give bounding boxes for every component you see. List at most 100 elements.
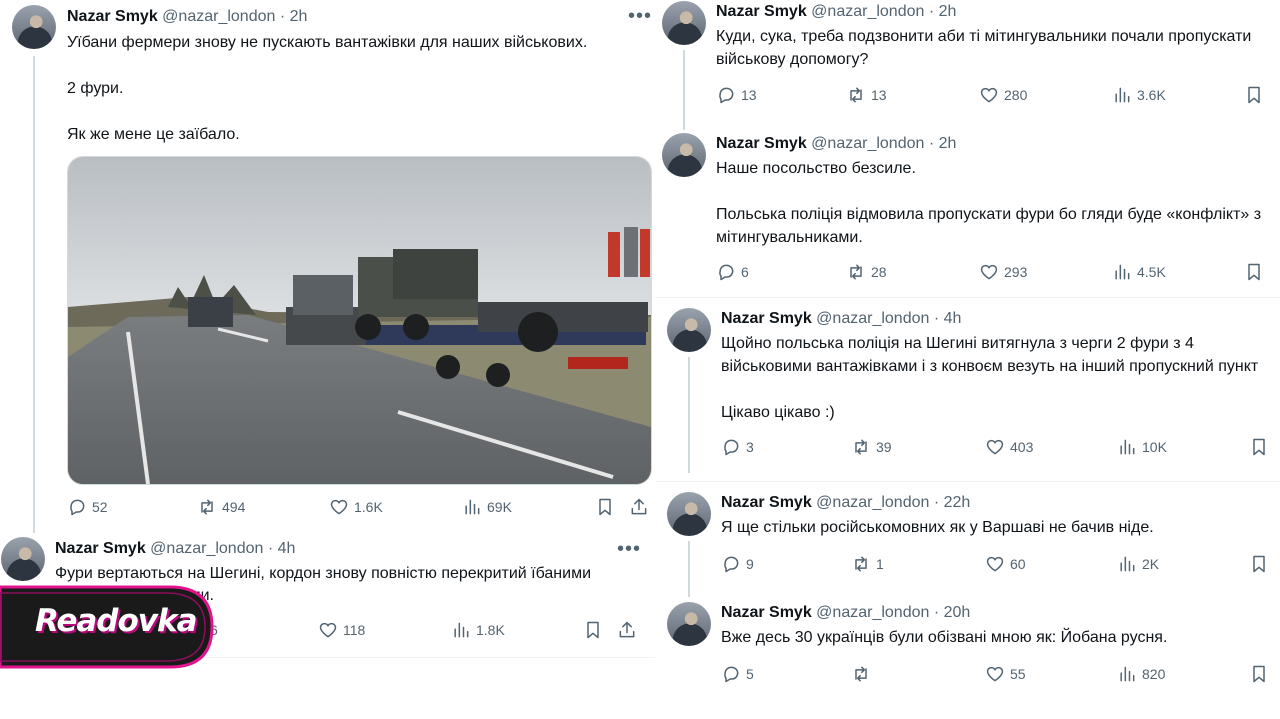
views-button[interactable]: 2K — [1117, 554, 1159, 574]
retweet-button[interactable]: 494 — [197, 497, 245, 517]
heart-icon — [980, 264, 998, 280]
timestamp[interactable]: · 2h — [929, 3, 957, 20]
timestamp[interactable]: · 20h — [934, 604, 970, 621]
author-handle[interactable]: @nazar_london — [162, 8, 275, 25]
retweet-button[interactable]: 13 — [846, 85, 887, 105]
author-name[interactable]: Nazar Smyk — [716, 3, 807, 20]
author-handle[interactable]: @nazar_london — [811, 135, 924, 152]
divider — [655, 481, 1280, 482]
heart-icon — [330, 499, 348, 515]
readovka-watermark: Readovka — [0, 583, 214, 671]
retweet-button[interactable] — [851, 664, 876, 684]
author-name[interactable]: Nazar Smyk — [721, 494, 812, 511]
avatar[interactable] — [662, 1, 706, 45]
avatar[interactable] — [1, 537, 45, 581]
author-handle[interactable]: @nazar_london — [811, 3, 924, 20]
share-icon — [619, 621, 635, 638]
tweet-text: Наше посольство безсиле. Польська поліці… — [716, 160, 1262, 246]
avatar[interactable] — [667, 308, 711, 352]
views-icon — [465, 499, 480, 515]
timestamp[interactable]: · 22h — [934, 494, 970, 511]
timestamp[interactable]: · 4h — [268, 540, 296, 557]
views-button[interactable]: 4.5K — [1112, 262, 1166, 282]
tweet-header: Nazar Smyk @nazar_london · 20h — [721, 603, 970, 623]
heart-icon — [980, 87, 998, 103]
bookmark-icon — [587, 621, 599, 639]
reply-button[interactable]: 52 — [67, 497, 108, 517]
more-icon[interactable]: ••• — [617, 539, 641, 559]
bookmark-button[interactable] — [583, 620, 603, 640]
share-button[interactable] — [629, 497, 649, 517]
bookmark-button[interactable] — [1249, 554, 1269, 574]
author-name[interactable]: Nazar Smyk — [55, 540, 146, 557]
heart-icon — [319, 622, 337, 638]
tweet-header: Nazar Smyk @nazar_london · 4h — [55, 539, 295, 559]
tweet-text: Вже десь 30 українців були обізвані мною… — [721, 629, 1168, 646]
like-button[interactable]: 1.6K — [329, 497, 383, 517]
tweet-header: Nazar Smyk @nazar_london · 4h — [721, 309, 961, 329]
bookmark-button[interactable] — [1249, 664, 1269, 684]
views-button[interactable]: 1.8K — [451, 620, 505, 640]
retweet-button[interactable]: 1 — [851, 554, 884, 574]
retweet-button[interactable]: 28 — [846, 262, 887, 282]
tweet-photo[interactable] — [67, 156, 652, 485]
tweet-actions: 52 494 1.6K 69K — [67, 497, 650, 521]
views-icon — [1115, 264, 1130, 280]
divider — [655, 297, 1280, 298]
views-button[interactable]: 3.6K — [1112, 85, 1166, 105]
reply-button[interactable]: 9 — [721, 554, 754, 574]
reply-button[interactable]: 6 — [716, 262, 749, 282]
like-button[interactable]: 55 — [985, 664, 1026, 684]
reply-button[interactable]: 13 — [716, 85, 757, 105]
bookmark-button[interactable] — [595, 497, 615, 517]
heart-icon — [986, 439, 1004, 455]
reply-count: 9 — [746, 556, 754, 572]
bookmark-button[interactable] — [1249, 437, 1269, 457]
like-button[interactable]: 280 — [979, 85, 1027, 105]
avatar[interactable] — [662, 133, 706, 177]
like-button[interactable]: 403 — [985, 437, 1033, 457]
bookmark-icon — [1248, 86, 1260, 104]
thread-line — [33, 56, 35, 533]
bookmark-icon — [1253, 665, 1265, 683]
views-button[interactable]: 69K — [462, 497, 512, 517]
author-name[interactable]: Nazar Smyk — [721, 604, 812, 621]
like-button[interactable]: 118 — [318, 620, 365, 640]
reply-count: 52 — [92, 499, 108, 515]
bookmark-icon — [599, 498, 611, 516]
more-icon[interactable]: ••• — [628, 6, 652, 26]
author-name[interactable]: Nazar Smyk — [67, 8, 158, 25]
author-handle[interactable]: @nazar_london — [816, 494, 929, 511]
like-button[interactable]: 293 — [979, 262, 1027, 282]
avatar[interactable] — [667, 602, 711, 646]
views-button[interactable]: 820 — [1117, 664, 1165, 684]
watermark-brand: Readovka — [35, 603, 198, 639]
views-count: 3.6K — [1137, 87, 1166, 103]
retweet-button[interactable]: 39 — [851, 437, 892, 457]
bookmark-button[interactable] — [1244, 85, 1264, 105]
reply-button[interactable]: 5 — [721, 664, 754, 684]
author-handle[interactable]: @nazar_london — [816, 604, 929, 621]
like-button[interactable]: 60 — [985, 554, 1026, 574]
author-handle[interactable]: @nazar_london — [150, 540, 263, 557]
share-button[interactable] — [617, 620, 637, 640]
tweet-actions: 5 55 820 — [721, 664, 1276, 688]
timestamp[interactable]: · 2h — [929, 135, 957, 152]
retweet-icon — [850, 264, 862, 280]
bookmark-button[interactable] — [1244, 262, 1264, 282]
author-name[interactable]: Nazar Smyk — [721, 310, 812, 327]
avatar[interactable] — [12, 5, 56, 49]
avatar[interactable] — [667, 492, 711, 536]
tweet-actions: 9 1 60 2K — [721, 554, 1276, 578]
reply-button[interactable]: 3 — [721, 437, 754, 457]
views-button[interactable]: 10K — [1117, 437, 1167, 457]
timestamp[interactable]: · 4h — [934, 310, 962, 327]
author-name[interactable]: Nazar Smyk — [716, 135, 807, 152]
retweet-icon — [855, 556, 867, 572]
retweet-count: 494 — [222, 499, 246, 515]
heart-icon — [986, 666, 1004, 682]
retweet-icon — [855, 666, 867, 682]
views-count: 820 — [1142, 666, 1166, 682]
timestamp[interactable]: · 2h — [280, 8, 308, 25]
author-handle[interactable]: @nazar_london — [816, 310, 929, 327]
